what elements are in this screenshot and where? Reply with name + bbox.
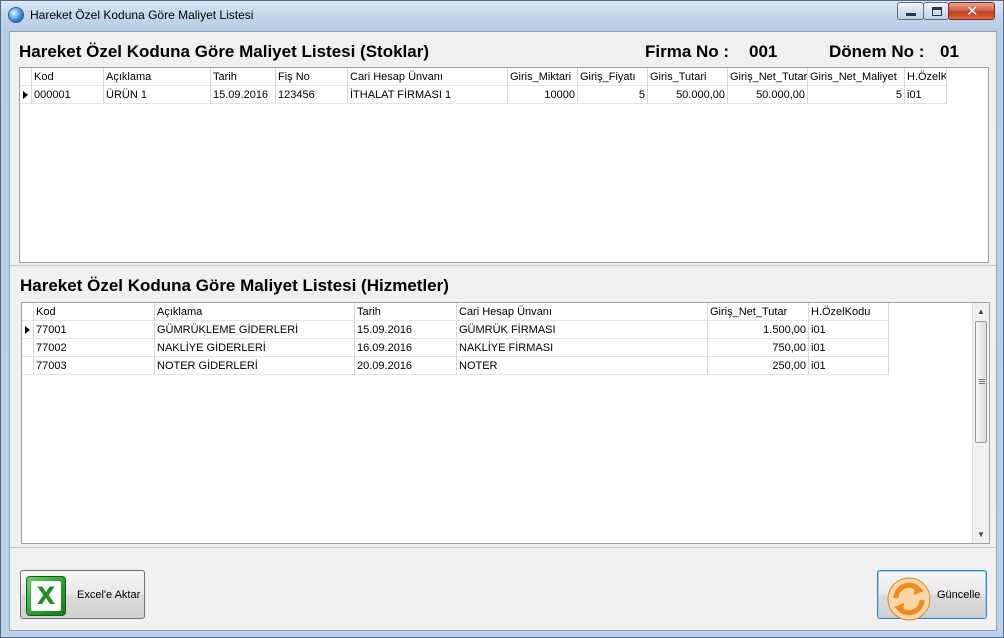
hizmet-panel: Hareket Özel Koduna Göre Maliyet Listesi… [10,266,996,548]
grid-header-row: Kod Açıklama Tarih Fiş No Cari Hesap Ünvanı G… [20,68,947,86]
table-row[interactable]: 77003 NOTER GİDERLERİ 20.09.2016 NOTER 250,0… [22,357,889,375]
table-row[interactable]: 77002 NAKLİYE GİDERLERİ 16.09.2016 NAKLİYE … [22,339,889,357]
table-cell: NOTER [457,357,708,375]
close-icon: ✕ [966,2,979,20]
row-indicator[interactable] [22,339,34,357]
table-cell: 10000 [508,86,578,104]
table-cell: 15.09.2016 [211,86,276,104]
row-indicator[interactable] [20,86,32,104]
table-cell: NAKLİYE GİDERLERİ [155,339,355,357]
table-cell: i01 [905,86,947,104]
row-indicator-header[interactable] [22,303,34,321]
stok-panel: Hareket Özel Koduna Göre Maliyet Listesi… [10,32,996,266]
minimize-icon [906,13,916,16]
table-cell: NAKLİYE FİRMASI [457,339,708,357]
hizmet-heading: Hareket Özel Koduna Göre Maliyet Listesi… [20,276,449,295]
table-cell: 20.09.2016 [355,357,457,375]
column-header[interactable]: H.ÖzelKodu [905,68,947,86]
excel-export-button[interactable]: X Excel'e Aktar [20,570,145,619]
table-cell: 250,00 [708,357,809,375]
table-cell: 5 [808,86,905,104]
column-header[interactable]: Açıklama [104,68,211,86]
excel-icon: X [26,576,66,616]
table-row[interactable]: 77001 GÜMRÜKLEME GİDERLERİ 15.09.2016 GÜMRÜ… [22,321,889,339]
column-header[interactable]: Giriş_Fiyatı [578,68,648,86]
row-indicator[interactable] [22,357,34,375]
table-cell: İTHALAT FİRMASI 1 [348,86,508,104]
table-cell: 000001 [32,86,104,104]
table-cell: 123456 [276,86,348,104]
column-header[interactable]: Giriş_Net_Tutar [708,303,809,321]
hizmet-vertical-scrollbar[interactable]: ▲ ▼ [972,303,989,543]
main-window: Hareket Özel Koduna Göre Maliyet Listesi… [0,0,1004,638]
column-header[interactable]: Açıklama [155,303,355,321]
scroll-down-arrow-icon[interactable]: ▼ [973,526,989,543]
excel-export-label: Excel'e Aktar [77,589,141,601]
scroll-up-arrow-icon[interactable]: ▲ [973,303,989,320]
table-cell: 16.09.2016 [355,339,457,357]
column-header[interactable]: Giris_Miktari [508,68,578,86]
firma-value: 001 [749,42,778,61]
table-cell: ÜRÜN 1 [104,86,211,104]
row-indicator[interactable] [22,321,34,339]
table-cell: GÜMRÜKLEME GİDERLERİ [155,321,355,339]
maximize-button[interactable] [923,2,949,20]
grid-header-row: Kod Açıklama Tarih Cari Hesap Ünvanı Giriş_N… [22,303,889,321]
column-header[interactable]: Giris_Tutari [648,68,728,86]
refresh-icon [887,577,931,621]
stok-grid[interactable]: Kod Açıklama Tarih Fiş No Cari Hesap Ünvanı G… [19,67,989,263]
column-header[interactable]: Kod [34,303,155,321]
column-header[interactable]: Fiş No [276,68,348,86]
column-header[interactable]: H.ÖzelKodu [809,303,889,321]
close-button[interactable]: ✕ [948,2,995,20]
table-cell: 750,00 [708,339,809,357]
table-cell: i01 [809,357,889,375]
maximize-icon [932,7,942,16]
donem-value: 01 [940,42,959,61]
table-cell: i01 [809,321,889,339]
table-cell: NOTER GİDERLERİ [155,357,355,375]
table-cell: 50.000,00 [648,86,728,104]
column-header[interactable]: Giriş_Net_Tutar [728,68,808,86]
scroll-thumb[interactable] [975,321,987,443]
refresh-label: Güncelle [937,589,981,601]
table-cell: 77002 [34,339,155,357]
client-area: Hareket Özel Koduna Göre Maliyet Listesi… [9,31,997,631]
column-header[interactable]: Cari Hesap Ünvanı [348,68,508,86]
table-cell: 5 [578,86,648,104]
column-header[interactable]: Tarih [355,303,457,321]
title-bar[interactable]: Hareket Özel Koduna Göre Maliyet Listesi… [1,1,1003,31]
stok-heading: Hareket Özel Koduna Göre Maliyet Listesi… [19,42,430,61]
table-cell: 77001 [34,321,155,339]
refresh-button[interactable]: Güncelle [877,570,987,621]
table-cell: 1.500,00 [708,321,809,339]
hizmet-grid[interactable]: ▲ ▼ Kod Açıklama Tarih Cari Hesap Ünvanı Gir… [21,302,990,544]
column-header[interactable]: Giris_Net_Maliyet [808,68,905,86]
table-cell: 15.09.2016 [355,321,457,339]
table-cell: 50.000,00 [728,86,808,104]
window-title: Hareket Özel Koduna Göre Maliyet Listesi [30,8,254,22]
table-row[interactable]: 000001 ÜRÜN 1 15.09.2016 123456 İTHALAT FİRM… [20,86,947,104]
donem-label: Dönem No : [829,42,925,61]
app-globe-icon [8,7,24,23]
table-cell: 77003 [34,357,155,375]
table-cell: GÜMRÜK FİRMASI [457,321,708,339]
column-header[interactable]: Cari Hesap Ünvanı [457,303,708,321]
table-cell: i01 [809,339,889,357]
column-header[interactable]: Kod [32,68,104,86]
column-header[interactable]: Tarih [211,68,276,86]
row-indicator-header[interactable] [20,68,32,86]
firma-label: Firma No : [645,42,730,61]
minimize-button[interactable] [897,2,924,20]
